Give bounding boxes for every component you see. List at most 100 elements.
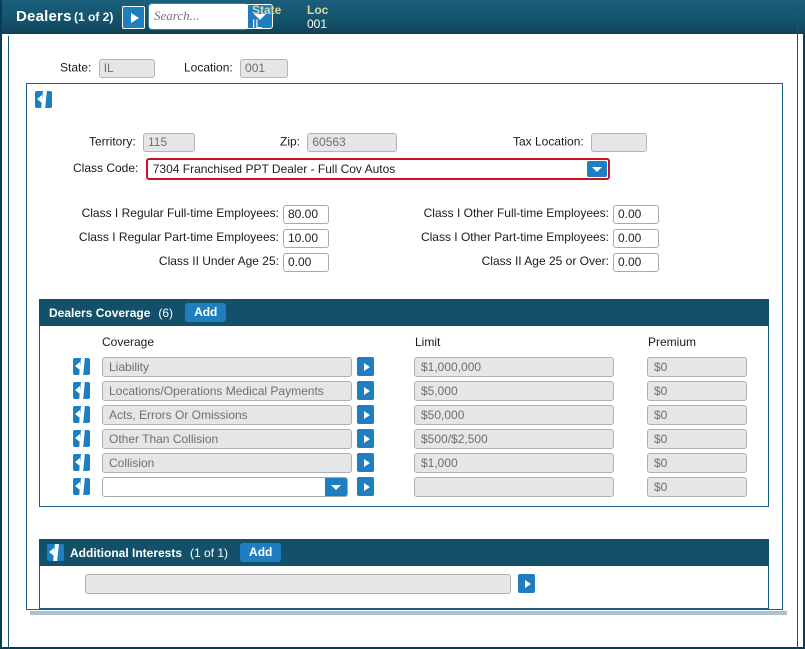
- coverage-limit-field[interactable]: $50,000: [414, 405, 614, 425]
- class1-regular-parttime-input[interactable]: 10.00: [283, 229, 329, 248]
- state-input[interactable]: IL: [98, 59, 155, 78]
- location-input[interactable]: 001: [240, 59, 289, 78]
- play-right-icon: [363, 482, 370, 491]
- column-header-limit: Limit: [415, 335, 441, 349]
- window-left-rule: [8, 36, 9, 649]
- row-expand-icon[interactable]: [73, 430, 90, 447]
- class2-under-25-label: Class II Under Age 25:: [158, 254, 279, 268]
- play-right-icon: [363, 458, 370, 467]
- additional-interests-header: Additional Interests (1 of 1) Add: [39, 539, 769, 566]
- class2-age-25-over-input[interactable]: 0.00: [613, 253, 659, 272]
- row-expand-icon[interactable]: [73, 382, 90, 399]
- play-right-icon: [363, 362, 370, 371]
- dealer-detail-panel: Territory: 115 Zip: 60563 Tax Location: …: [26, 83, 783, 610]
- play-right-icon: [363, 434, 370, 443]
- location-field-group: Location: 001: [184, 59, 289, 78]
- coverage-name-combo[interactable]: [102, 477, 348, 497]
- coverage-premium-field[interactable]: $0: [647, 357, 747, 377]
- coverage-row: Acts, Errors Or Omissions $50,000 $0: [40, 404, 770, 428]
- coverage-row: Collision $1,000 $0: [40, 452, 770, 476]
- go-button[interactable]: [122, 6, 145, 29]
- coverage-detail-button[interactable]: [357, 477, 374, 496]
- coverage-name-dropdown-button[interactable]: [325, 478, 347, 496]
- class2-under-25-input[interactable]: 0.00: [283, 253, 329, 272]
- tax-location-field-group: Tax Location:: [513, 133, 648, 152]
- coverage-name-field[interactable]: Locations/Operations Medical Payments: [102, 381, 352, 401]
- coverage-row: Liability $1,000,000 $0: [40, 356, 770, 380]
- class1-regular-parttime-group: Class I Regular Part-time Employees:: [61, 230, 279, 244]
- class1-other-fulltime-input[interactable]: 0.00: [613, 205, 659, 224]
- coverage-premium-field[interactable]: $0: [647, 381, 747, 401]
- row-expand-icon[interactable]: [73, 406, 90, 423]
- coverage-row: Locations/Operations Medical Payments $5…: [40, 380, 770, 404]
- additional-interest-field[interactable]: [85, 574, 511, 594]
- coverage-limit-field[interactable]: $5,000: [414, 381, 614, 401]
- class2-under-25-group: Class II Under Age 25:: [61, 254, 279, 268]
- additional-interests-title: Additional Interests: [70, 545, 183, 560]
- dealers-coverage-count: (6): [158, 305, 174, 320]
- row-expand-icon[interactable]: [73, 358, 90, 375]
- toolbar-field-state-label: State: [252, 3, 282, 17]
- class-code-label: Class Code:: [73, 161, 139, 176]
- coverage-detail-button[interactable]: [357, 453, 374, 472]
- additional-interests-body: [39, 566, 769, 609]
- coverage-premium-field[interactable]: $0: [647, 453, 747, 473]
- column-header-coverage: Coverage: [102, 335, 155, 349]
- coverage-name-field[interactable]: Acts, Errors Or Omissions: [102, 405, 352, 425]
- class-code-combo[interactable]: 7304 Franchised PPT Dealer - Full Cov Au…: [145, 158, 610, 180]
- panel-drop-shadow: [30, 611, 787, 615]
- dealers-coverage-title: Dealers Coverage: [49, 305, 151, 320]
- location-label: Location:: [184, 60, 233, 75]
- tax-location-input[interactable]: [591, 133, 648, 152]
- zip-label: Zip:: [280, 134, 301, 149]
- chevron-down-icon: [331, 484, 341, 490]
- play-right-icon: [363, 386, 370, 395]
- coverage-name-field[interactable]: Collision: [102, 453, 352, 473]
- column-header-premium: Premium: [648, 335, 697, 349]
- top-toolbar: Dealers (1 of 2) State IL Loc 001: [2, 0, 805, 34]
- coverage-premium-field[interactable]: $0: [647, 405, 747, 425]
- coverage-premium-field[interactable]: $0: [647, 429, 747, 449]
- coverage-limit-field[interactable]: $1,000,000: [414, 357, 614, 377]
- class1-other-parttime-input[interactable]: 0.00: [613, 229, 659, 248]
- coverage-premium-field[interactable]: $0: [647, 477, 747, 497]
- coverage-detail-button[interactable]: [357, 405, 374, 424]
- record-counter: (1 of 2): [74, 10, 114, 24]
- row-expand-icon[interactable]: [73, 478, 90, 495]
- coverage-limit-field[interactable]: $1,000: [414, 453, 614, 473]
- coverage-name-field[interactable]: Liability: [102, 357, 352, 377]
- additional-interest-detail-button[interactable]: [518, 574, 535, 593]
- additional-interests-collapse-icon[interactable]: [47, 544, 64, 561]
- dealers-coverage-header: Dealers Coverage (6) Add: [39, 299, 769, 326]
- coverage-detail-button[interactable]: [357, 381, 374, 400]
- class1-regular-fulltime-group: Class I Regular Full-time Employees:: [61, 206, 279, 220]
- territory-input[interactable]: 115: [143, 133, 196, 152]
- coverage-limit-field[interactable]: $500/$2,500: [414, 429, 614, 449]
- territory-field-group: Territory: 115: [89, 133, 196, 152]
- class1-regular-fulltime-input[interactable]: 80.00: [283, 205, 329, 224]
- zip-input[interactable]: 60563: [307, 133, 398, 152]
- additional-interests-count: (1 of 1): [190, 545, 229, 560]
- class1-other-fulltime-label: Class I Other Full-time Employees:: [423, 206, 609, 220]
- toolbar-field-loc-value: 001: [307, 17, 328, 31]
- state-field-group: State: IL: [60, 59, 155, 78]
- play-right-icon: [363, 410, 370, 419]
- row-expand-icon[interactable]: [73, 454, 90, 471]
- chevron-down-icon: [591, 166, 602, 172]
- page-title: Dealers: [16, 8, 72, 25]
- play-right-icon: [524, 579, 531, 588]
- search-input[interactable]: [150, 5, 245, 26]
- class1-other-parttime-group: Class I Other Part-time Employees:: [397, 230, 609, 244]
- coverage-detail-button[interactable]: [357, 357, 374, 376]
- search-box[interactable]: [149, 4, 248, 29]
- coverage-limit-field[interactable]: [414, 477, 614, 497]
- panel-collapse-icon[interactable]: [35, 91, 52, 108]
- state-label: State:: [60, 60, 92, 75]
- coverage-name-field[interactable]: Other Than Collision: [102, 429, 352, 449]
- dealers-coverage-add-button[interactable]: Add: [185, 303, 227, 322]
- class-code-dropdown-button[interactable]: [586, 161, 607, 177]
- toolbar-field-loc-label: Loc: [307, 3, 329, 17]
- territory-label: Territory:: [89, 134, 136, 149]
- additional-interests-add-button[interactable]: Add: [240, 543, 282, 562]
- coverage-detail-button[interactable]: [357, 429, 374, 448]
